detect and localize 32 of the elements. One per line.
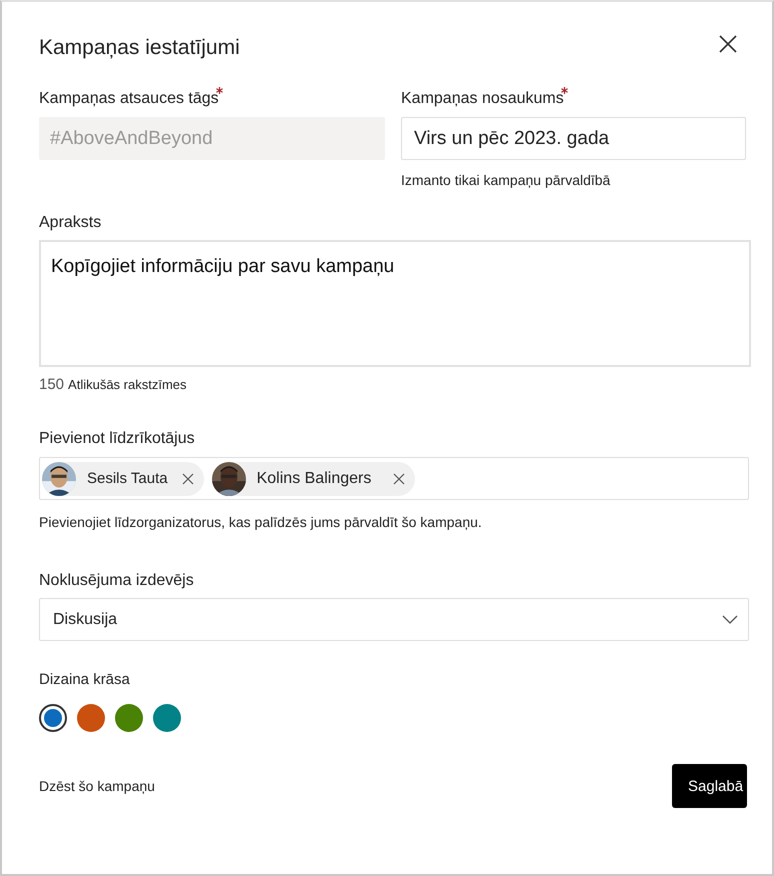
person-name: Kolins Balingers <box>256 470 372 488</box>
color-swatch[interactable] <box>115 704 143 732</box>
close-icon <box>182 472 194 484</box>
close-icon <box>393 472 406 484</box>
delete-link[interactable]: Dzēst šo kampaņu <box>39 778 155 794</box>
field-label: Dizaina krāsa <box>39 671 130 688</box>
field-label: Noklusējuma izdevējs <box>39 572 194 590</box>
color-swatch[interactable] <box>77 704 105 732</box>
field-label: Pievienot līdzrīkotājus <box>39 430 195 448</box>
person-chip[interactable]: Kolins Balingers <box>212 462 416 496</box>
dropdown-value: Diskusija <box>53 610 118 628</box>
name-field[interactable]: Virs un pēc 2023. gada <box>401 117 746 160</box>
description-field[interactable]: Kopīgojiet informāciju par savu kampaņu <box>39 240 751 367</box>
field-hint: Pievienojiet līdzorganizatorus, kas palīdzēs jums pārvaldīt šo kampaņu. <box>39 514 483 530</box>
color-swatch[interactable] <box>39 704 67 732</box>
color-swatch[interactable] <box>153 704 181 732</box>
field-label: Kampaņas atsauces tāgs <box>39 90 219 108</box>
field-hint: Izmanto tikai kampaņu pārvaldībā <box>401 172 612 188</box>
field-label: Kampaņas nosaukums <box>401 90 564 108</box>
character-count: 150 <box>39 376 64 393</box>
publisher-dropdown[interactable]: Diskusija <box>39 598 749 641</box>
close-icon <box>718 34 738 54</box>
save-button[interactable]: Saglabā <box>672 764 747 808</box>
remove-button[interactable] <box>180 470 196 486</box>
remove-button[interactable] <box>391 470 408 486</box>
people-picker[interactable]: Sesils Tauta Kolins Balingers <box>39 457 749 500</box>
counter-label: Atlikušās rakstzīmes <box>68 377 187 392</box>
chevron-down-icon <box>722 615 738 624</box>
person-chip[interactable]: Sesils Tauta <box>42 462 204 496</box>
field-label: Apraksts <box>39 214 102 232</box>
dialog-title: Kampaņas iestatījumi <box>39 36 240 60</box>
person-name: Sesils Tauta <box>87 470 168 487</box>
